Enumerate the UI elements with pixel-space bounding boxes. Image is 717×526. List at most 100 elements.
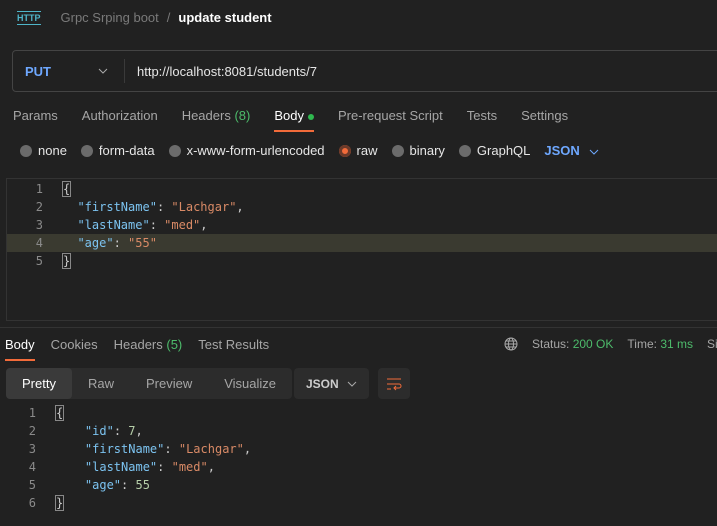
code-token: : [149, 218, 165, 232]
chevron-down-icon [590, 149, 599, 155]
breadcrumb-request[interactable]: update student [178, 10, 271, 25]
line-number: 1 [28, 406, 36, 420]
breadcrumb: HTTP Grpc Srping boot / update student [17, 10, 272, 25]
body-type-options: none form-data x-www-form-urlencoded raw… [20, 143, 599, 158]
code-line: 6} [0, 494, 717, 512]
line-text: "id": 7, [36, 422, 143, 440]
code-token: 55 [135, 478, 150, 492]
wrap-lines-button[interactable] [378, 368, 410, 399]
code-token: "med" [171, 460, 208, 474]
code-token: 7 [128, 424, 136, 438]
code-line: 2 "firstName": "Lachgar", [7, 198, 717, 216]
radio-label: none [38, 143, 67, 158]
line-number: 4 [28, 460, 36, 474]
status[interactable]: Status: 200 OK [532, 337, 613, 351]
radio-raw[interactable]: raw [338, 143, 378, 158]
radio-graphql[interactable]: GraphQL [458, 143, 530, 158]
radio-none[interactable]: none [20, 143, 67, 158]
response-tabs: Body Cookies Headers (5) Test Results [5, 337, 269, 361]
body-format-label: JSON [544, 143, 580, 158]
line-text: { [36, 404, 65, 422]
view-raw[interactable]: Raw [72, 368, 130, 399]
code-token: "55" [128, 236, 157, 250]
divider [0, 327, 717, 328]
code-line: 4 "lastName": "med", [0, 458, 717, 476]
url-bar: PUT http://localhost:8081/students/7 [12, 50, 717, 92]
response-tab-body[interactable]: Body [5, 337, 35, 361]
radio-binary[interactable]: binary [391, 143, 445, 158]
time-value: 31 ms [660, 337, 693, 351]
code-token: , [200, 218, 208, 232]
code-token: "id" [84, 424, 114, 438]
status-value: 200 OK [572, 337, 614, 351]
radio-circle [80, 144, 93, 157]
http-icon: HTTP [17, 10, 41, 25]
response-tab-headers[interactable]: Headers (5) [114, 337, 183, 361]
body-indicator-dot [307, 113, 314, 120]
radio-circle [20, 144, 32, 157]
tab-tests[interactable]: Tests [467, 108, 497, 132]
code-token: , [135, 424, 143, 438]
view-visualize[interactable]: Visualize [208, 368, 292, 399]
code-line: 3 "lastName": "med", [7, 216, 717, 234]
chevron-down-icon [98, 68, 108, 74]
globe-icon[interactable] [504, 337, 518, 351]
view-mode-selector: Pretty Raw Preview Visualize [6, 368, 293, 399]
code-token: "lastName" [84, 460, 158, 474]
size-label[interactable]: Size [707, 337, 717, 351]
tab-body[interactable]: Body [274, 108, 314, 132]
tab-settings[interactable]: Settings [521, 108, 568, 132]
request-body-editor[interactable]: 1{2 "firstName": "Lachgar", 3 "lastName":… [6, 178, 717, 321]
tab-headers[interactable]: Headers (8) [182, 108, 251, 132]
code-token: "Lachgar" [171, 200, 237, 214]
tab-authorization[interactable]: Authorization [82, 108, 158, 132]
line-text: "age": 55 [36, 476, 150, 494]
tab-headers-label: Headers [181, 108, 231, 123]
line-number: 6 [28, 496, 36, 510]
code-token: "lastName" [77, 218, 150, 232]
code-token: : [121, 478, 136, 492]
url-input[interactable]: http://localhost:8081/students/7 [125, 64, 317, 79]
code-token: "firstName" [77, 200, 157, 214]
code-token: : [164, 442, 179, 456]
line-text: { [43, 180, 72, 198]
radio-form-data[interactable]: form-data [80, 143, 155, 158]
code-token: : [113, 236, 129, 250]
response-tab-test-results[interactable]: Test Results [198, 337, 269, 361]
time[interactable]: Time: 31 ms [627, 337, 693, 351]
code-token: "firstName" [84, 442, 165, 456]
code-token: } [61, 253, 72, 269]
code-token: { [54, 405, 65, 421]
response-format-select[interactable]: JSON [294, 368, 369, 399]
code-token: , [236, 200, 244, 214]
method-select[interactable]: PUT [13, 59, 125, 83]
code-token: } [54, 495, 65, 511]
radio-circle [458, 144, 471, 157]
breadcrumb-collection[interactable]: Grpc Srping boot [61, 10, 159, 25]
request-tabs: Params Authorization Headers (8) Body Pr… [13, 108, 568, 132]
radio-circle [168, 144, 181, 157]
radio-x-www-form-urlencoded[interactable]: x-www-form-urlencoded [168, 143, 325, 158]
line-number: 3 [35, 218, 43, 232]
line-number: 1 [35, 182, 43, 196]
view-pretty[interactable]: Pretty [6, 368, 72, 399]
tab-pre-request-script[interactable]: Pre-request Script [338, 108, 443, 132]
body-format-select[interactable]: JSON [544, 143, 599, 158]
line-text: "lastName": "med", [36, 458, 215, 476]
line-text: "firstName": "Lachgar", [36, 440, 251, 458]
view-preview[interactable]: Preview [130, 368, 208, 399]
line-text: "age": "55" [43, 234, 157, 252]
response-tab-cookies[interactable]: Cookies [51, 337, 98, 361]
code-token: , [207, 460, 215, 474]
code-line: 2 "id": 7, [0, 422, 717, 440]
code-line: 1{ [7, 180, 717, 198]
response-headers-count: (5) [166, 337, 183, 352]
tab-params[interactable]: Params [13, 108, 58, 132]
code-line: 3 "firstName": "Lachgar", [0, 440, 717, 458]
